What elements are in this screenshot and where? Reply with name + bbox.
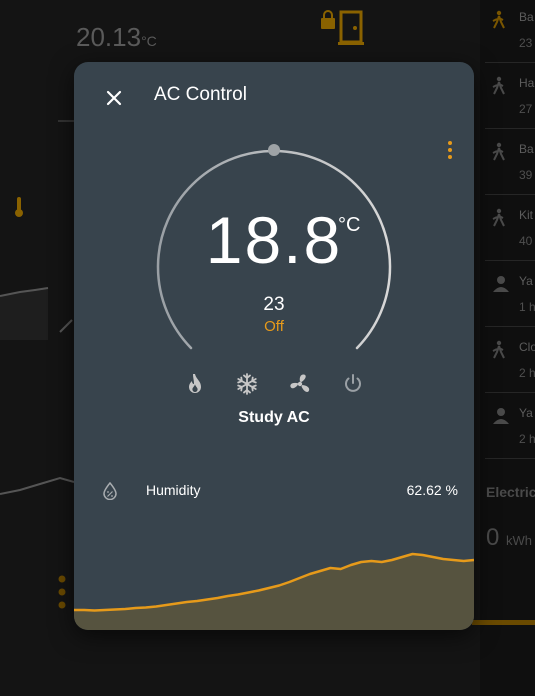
background-row-value: 40 xyxy=(519,234,533,248)
background-row-label: Ba xyxy=(519,10,534,24)
background-row-label: Ba xyxy=(519,142,534,156)
humidity-history-chart xyxy=(74,552,474,630)
background-electricity-title: Electric xyxy=(486,484,535,500)
hvac-mode-state: Off xyxy=(264,318,284,335)
motion-sensor-icon xyxy=(492,76,505,95)
background-energy-value: 0 kWh xyxy=(486,524,533,551)
background-row-label: Ya xyxy=(519,274,533,288)
humidity-value: 62.62 % xyxy=(406,482,458,498)
background-row-value: 2 h xyxy=(519,432,535,446)
background-row-label: Ya xyxy=(519,406,533,420)
close-icon[interactable] xyxy=(102,86,126,110)
background-row-label: Clo xyxy=(519,340,535,354)
motion-sensor-icon xyxy=(492,208,505,227)
background-row: Ya 1 h xyxy=(485,264,535,327)
background-row-value: 2 h xyxy=(519,366,535,380)
background-row-value: 1 h xyxy=(519,300,535,314)
humidity-label: Humidity xyxy=(146,482,201,498)
background-progress-bar xyxy=(472,620,535,625)
background-row: Ba 39 xyxy=(485,132,535,195)
background-row: Ya 2 h xyxy=(485,396,535,459)
ac-control-dialog: AC Control 18.8 °C 23 Off Study AC Humid… xyxy=(74,62,474,630)
motion-sensor-icon xyxy=(492,10,505,29)
fan-icon[interactable] xyxy=(288,372,312,396)
background-row-label: Ha xyxy=(519,76,535,90)
temperature-unit: °C xyxy=(338,214,361,236)
dialog-title: AC Control xyxy=(154,84,247,105)
background-temperature: 20.13°C xyxy=(76,22,157,52)
background-sparkline xyxy=(0,476,75,495)
snowflake-icon[interactable] xyxy=(235,372,259,396)
motion-sensor-icon xyxy=(492,142,505,161)
background-row-value: 39 xyxy=(519,168,533,182)
target-temperature: 18.8 xyxy=(205,203,343,277)
account-icon xyxy=(493,276,509,292)
background-row: Clo 2 h xyxy=(485,330,535,393)
door-icon xyxy=(338,10,364,45)
background-row: Kit 40 xyxy=(485,198,535,261)
motion-sensor-icon xyxy=(492,340,505,359)
current-temperature: 23 xyxy=(263,294,285,315)
humidity-area xyxy=(74,554,474,630)
background-sparkline xyxy=(0,287,73,340)
background-row-value: 23 xyxy=(519,36,533,50)
flame-icon[interactable] xyxy=(183,372,207,396)
setpoint-handle[interactable] xyxy=(268,144,280,156)
thermometer-icon xyxy=(15,197,23,217)
background-row-value: 27 xyxy=(519,102,533,116)
background-row-label: Kit xyxy=(519,208,534,222)
background-dots xyxy=(58,575,66,609)
power-icon[interactable] xyxy=(341,372,365,396)
background-row: Ba 23 xyxy=(485,0,535,63)
lock-icon xyxy=(320,10,336,35)
dots-vertical-icon[interactable] xyxy=(440,140,460,160)
page: 20.13°C Ba 23 Ha 27 Ba 39 Kit 40 Ya 1 h … xyxy=(0,0,535,696)
background-entity-column: Ba 23 Ha 27 Ba 39 Kit 40 Ya 1 h Clo 2 h … xyxy=(485,0,535,696)
entity-name: Study AC xyxy=(238,409,310,426)
account-icon xyxy=(493,408,509,424)
water-percent-icon xyxy=(103,482,117,500)
background-row: Ha 27 xyxy=(485,66,535,129)
